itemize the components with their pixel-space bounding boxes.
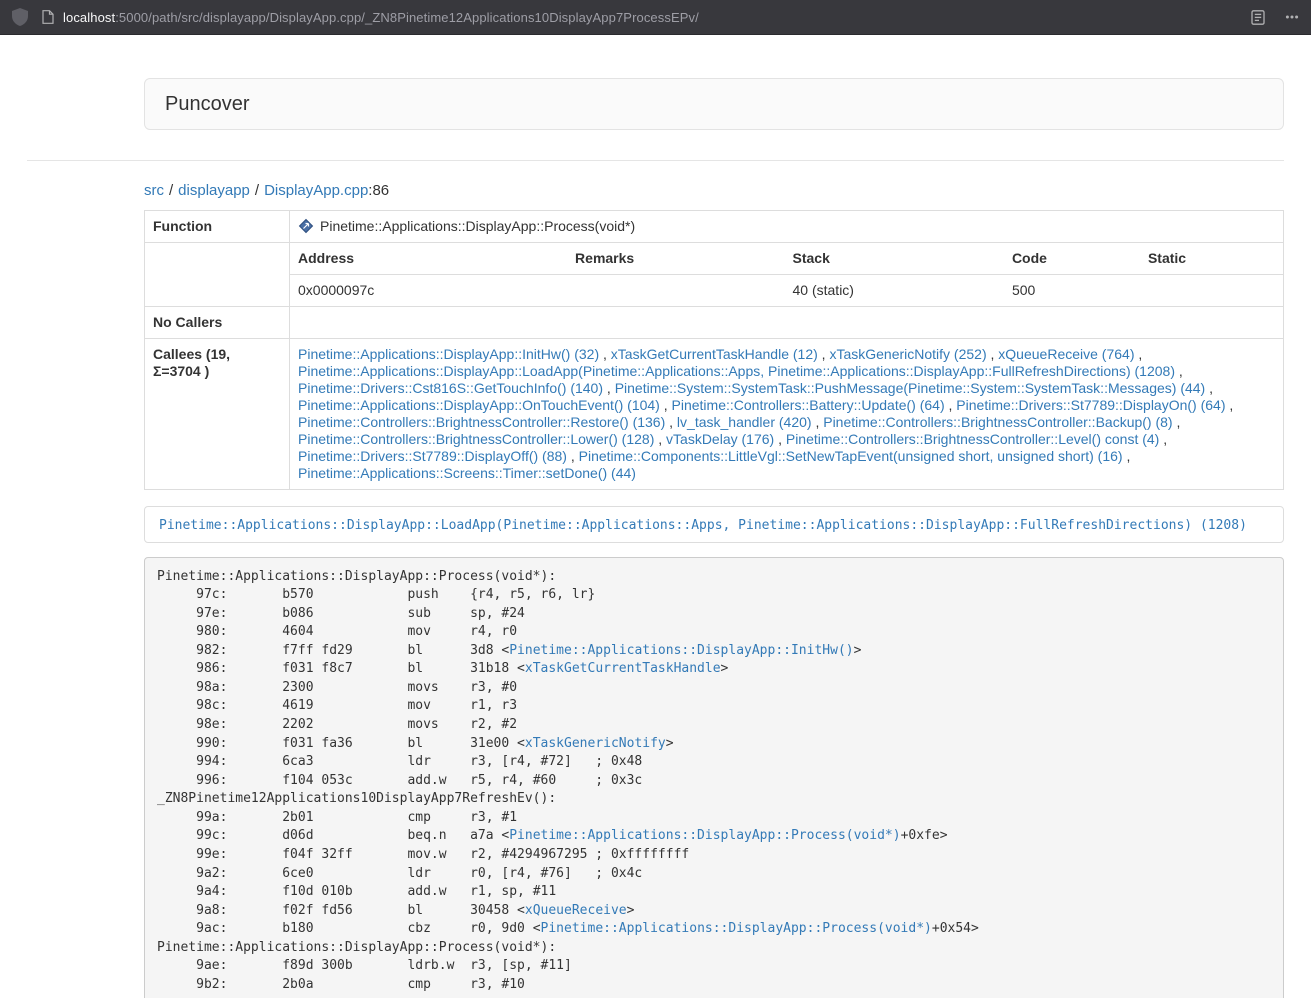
stats-data-row: 0x0000097c 40 (static) 500 xyxy=(290,275,1283,307)
column-code: Code xyxy=(1004,243,1140,275)
callee-link[interactable]: lv_task_handler (420) xyxy=(677,414,812,430)
stats-row: Address Remarks Stack Code Static xyxy=(145,243,1284,307)
stats-table: Address Remarks Stack Code Static xyxy=(290,243,1283,306)
asm-symbol-link[interactable]: xTaskGenericNotify xyxy=(525,736,666,751)
asm-symbol-link[interactable]: Pinetime::Applications::DisplayApp::Init… xyxy=(509,643,853,658)
overflow-menu-icon[interactable] xyxy=(1285,10,1299,24)
stack-value: 40 (static) xyxy=(785,275,1004,307)
column-remarks: Remarks xyxy=(567,243,784,275)
callee-link[interactable]: Pinetime::Controllers::BrightnessControl… xyxy=(823,414,1172,430)
callee-link[interactable]: Pinetime::Controllers::BrightnessControl… xyxy=(298,414,665,430)
breadcrumb-separator: / xyxy=(169,182,173,199)
reader-mode-icon[interactable] xyxy=(1251,10,1265,25)
static-value xyxy=(1140,275,1283,307)
app-title: Puncover xyxy=(165,93,250,115)
app-header-panel: Puncover xyxy=(144,78,1284,130)
function-row: Function Pinetime::Applications::Display… xyxy=(145,211,1284,243)
no-callers-cell xyxy=(290,307,1284,339)
url-host: localhost xyxy=(63,10,115,25)
callee-link[interactable]: xQueueReceive (764) xyxy=(998,346,1134,362)
remarks-value xyxy=(567,275,784,307)
callee-link[interactable]: Pinetime::Controllers::BrightnessControl… xyxy=(298,431,654,447)
function-name: Pinetime::Applications::DisplayApp::Proc… xyxy=(320,218,635,234)
callees-row: Callees (19, Σ=3704 ) Pinetime::Applicat… xyxy=(145,339,1284,490)
callee-link[interactable]: Pinetime::Applications::Screens::Timer::… xyxy=(298,465,636,481)
breadcrumb-item-displayapp[interactable]: displayapp xyxy=(178,182,250,199)
assembly-code: Pinetime::Applications::DisplayApp::Proc… xyxy=(144,557,1284,998)
browser-window: localhost:5000/path/src/displayapp/Displ… xyxy=(0,0,1311,998)
code-value: 500 xyxy=(1004,275,1140,307)
browser-toolbar: localhost:5000/path/src/displayapp/Displ… xyxy=(0,0,1311,35)
page-icon[interactable] xyxy=(42,10,54,24)
callee-link[interactable]: Pinetime::Controllers::BrightnessControl… xyxy=(786,431,1159,447)
asm-symbol-link[interactable]: Pinetime::Applications::DisplayApp::Proc… xyxy=(541,921,932,936)
function-label: Function xyxy=(145,211,290,243)
column-stack: Stack xyxy=(785,243,1004,275)
callee-link[interactable]: Pinetime::Applications::DisplayApp::Load… xyxy=(298,363,1175,379)
callee-link[interactable]: vTaskDelay (176) xyxy=(666,431,774,447)
callee-link[interactable]: Pinetime::Applications::DisplayApp::OnTo… xyxy=(298,397,660,413)
callees-label: Callees (19, Σ=3704 ) xyxy=(145,339,290,490)
breadcrumb: src / displayapp / DisplayApp.cpp:86 xyxy=(144,182,1284,200)
page-content: Puncover src / displayapp / DisplayApp.cpp:8… xyxy=(0,78,1311,998)
callee-link[interactable]: Pinetime::Controllers::Battery::Update()… xyxy=(672,397,945,413)
asm-symbol-link[interactable]: xTaskGetCurrentTaskHandle xyxy=(525,661,721,676)
function-info-table: Function Pinetime::Applications::Display… xyxy=(144,210,1284,490)
stats-label-cell xyxy=(145,243,290,307)
callees-list: Pinetime::Applications::DisplayApp::Init… xyxy=(290,339,1284,490)
stats-cell: Address Remarks Stack Code Static xyxy=(290,243,1284,307)
callee-link[interactable]: xTaskGenericNotify (252) xyxy=(829,346,986,362)
selected-symbol-link[interactable]: Pinetime::Applications::DisplayApp::Load… xyxy=(159,518,1247,533)
callee-link[interactable]: xTaskGetCurrentTaskHandle (12) xyxy=(611,346,818,362)
no-callers-label: No Callers xyxy=(145,307,290,339)
asm-symbol-link[interactable]: xQueueReceive xyxy=(525,903,627,918)
url-bar[interactable]: localhost:5000/path/src/displayapp/Displ… xyxy=(42,10,1251,25)
no-callers-row: No Callers xyxy=(145,307,1284,339)
callee-link[interactable]: Pinetime::Drivers::St7789::DisplayOff() … xyxy=(298,448,567,464)
breadcrumb-item-src[interactable]: src xyxy=(144,182,164,199)
callee-link[interactable]: Pinetime::Applications::DisplayApp::Init… xyxy=(298,346,599,362)
stats-header-row: Address Remarks Stack Code Static xyxy=(290,243,1283,275)
column-address: Address xyxy=(290,243,567,275)
shield-icon[interactable] xyxy=(12,8,28,26)
callee-link[interactable]: Pinetime::System::SystemTask::PushMessag… xyxy=(615,380,1206,396)
url-path: :5000/path/src/displayapp/DisplayApp.cpp… xyxy=(115,10,699,25)
url-text: localhost:5000/path/src/displayapp/Displ… xyxy=(63,10,699,25)
divider xyxy=(27,160,1284,161)
callee-link[interactable]: Pinetime::Components::LittleVgl::SetNewT… xyxy=(579,448,1123,464)
selected-symbol-panel: Pinetime::Applications::DisplayApp::Load… xyxy=(144,506,1284,543)
breadcrumb-line-number: :86 xyxy=(368,182,389,199)
callee-link[interactable]: Pinetime::Drivers::Cst816S::GetTouchInfo… xyxy=(298,380,603,396)
function-name-cell: Pinetime::Applications::DisplayApp::Proc… xyxy=(290,211,1284,243)
column-static: Static xyxy=(1140,243,1283,275)
breadcrumb-separator: / xyxy=(255,182,259,199)
callee-link[interactable]: Pinetime::Drivers::St7789::DisplayOn() (… xyxy=(956,397,1225,413)
address-value: 0x0000097c xyxy=(290,275,567,307)
asm-symbol-link[interactable]: Pinetime::Applications::DisplayApp::Proc… xyxy=(509,828,900,843)
breadcrumb-item-file[interactable]: DisplayApp.cpp xyxy=(264,182,368,199)
toolbar-right-icons xyxy=(1251,10,1299,25)
function-icon xyxy=(298,218,314,234)
